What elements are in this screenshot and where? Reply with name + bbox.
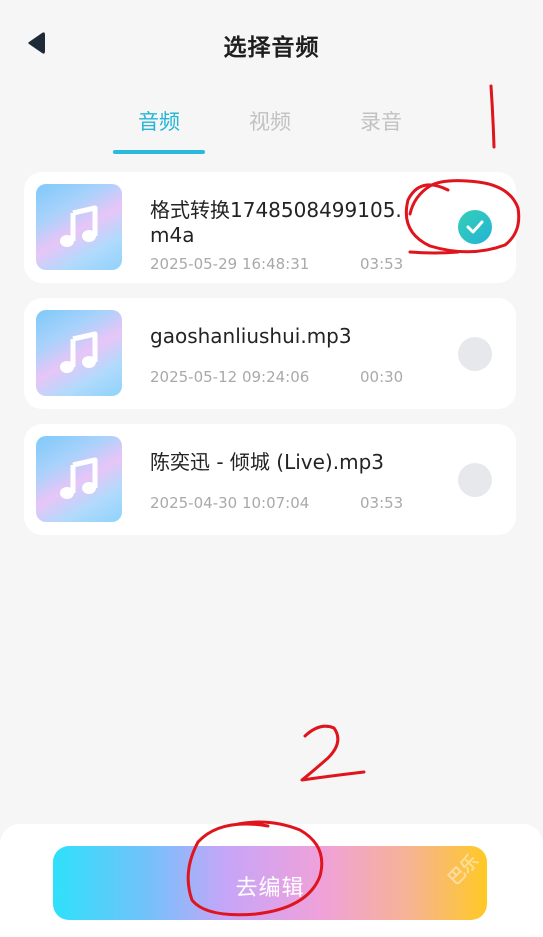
audio-thumbnail [36,184,122,270]
item-filename: 格式转换1748508499105.m4a [150,198,402,247]
annotation-mark-2 [300,724,366,782]
item-date: 2025-04-30 10:07:04 [150,494,310,512]
item-filename: 陈奕迅 - 倾城 (Live).mp3 [150,450,384,474]
go-edit-button-label: 去编辑 [235,876,305,901]
audio-thumbnail [36,310,122,396]
checkmark-icon [466,220,484,234]
select-audio-screen: 选择音频 音频 视频 录音 格式转换1748508499105.m4a 2025… [0,0,543,937]
item-duration: 03:53 [360,255,404,273]
select-radio[interactable] [458,463,492,497]
item-date: 2025-05-12 09:24:06 [150,368,310,386]
select-radio-checked[interactable] [458,210,492,244]
music-note-icon [60,331,98,373]
list-item[interactable]: 陈奕迅 - 倾城 (Live).mp3 2025-04-30 10:07:04 … [24,424,516,535]
item-duration: 03:53 [360,494,404,512]
select-radio[interactable] [458,337,492,371]
music-note-icon [60,205,98,247]
annotation-mark-1 [489,84,496,149]
audio-thumbnail [36,436,122,522]
tab-video[interactable]: 视频 [249,106,291,136]
music-note-icon [60,457,98,499]
tab-audio[interactable]: 音频 [138,106,180,136]
tab-recording[interactable]: 录音 [360,106,402,136]
page-title: 选择音频 [223,35,320,61]
go-edit-button[interactable]: 去编辑 巴乐 [53,846,487,920]
list-item[interactable]: gaoshanliushui.mp3 2025-05-12 09:24:06 0… [24,298,516,409]
active-tab-indicator [113,150,205,154]
item-duration: 00:30 [360,368,404,386]
item-filename: gaoshanliushui.mp3 [150,324,352,348]
item-date: 2025-05-29 16:48:31 [150,255,310,273]
list-item[interactable]: 格式转换1748508499105.m4a 2025-05-29 16:48:3… [24,172,516,283]
